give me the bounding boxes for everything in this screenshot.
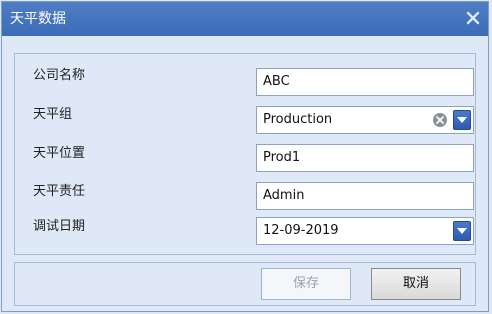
company-value: ABC bbox=[263, 74, 290, 89]
form-panel: 公司名称 ABC 天平组 Production 天平位置 Prod1 天平责任 bbox=[14, 53, 476, 255]
group-label: 天平组 bbox=[33, 107, 73, 122]
save-button[interactable]: 保存 bbox=[261, 268, 351, 300]
company-field[interactable]: ABC bbox=[256, 68, 474, 96]
title-bar: 天平数据 bbox=[2, 2, 488, 36]
date-picker[interactable]: 12-09-2019 bbox=[256, 217, 474, 245]
chevron-down-icon[interactable] bbox=[453, 221, 471, 241]
window-title: 天平数据 bbox=[10, 11, 66, 27]
date-value: 12-09-2019 bbox=[263, 223, 339, 238]
responsible-field[interactable]: Admin bbox=[256, 182, 474, 210]
location-label: 天平位置 bbox=[33, 146, 86, 161]
clear-icon[interactable] bbox=[433, 113, 447, 127]
cancel-button[interactable]: 取消 bbox=[371, 268, 461, 300]
company-label: 公司名称 bbox=[33, 68, 86, 83]
location-field[interactable]: Prod1 bbox=[256, 144, 474, 172]
location-value: Prod1 bbox=[263, 150, 301, 165]
group-value: Production bbox=[263, 112, 333, 127]
close-icon[interactable] bbox=[464, 9, 482, 27]
button-panel: 保存 取消 bbox=[14, 262, 476, 306]
responsible-value: Admin bbox=[263, 188, 305, 203]
chevron-down-icon[interactable] bbox=[453, 110, 471, 130]
group-dropdown[interactable]: Production bbox=[256, 106, 474, 134]
debug-date-label: 调试日期 bbox=[33, 219, 86, 234]
responsible-label: 天平责任 bbox=[33, 184, 86, 199]
dialog-window: 天平数据 公司名称 ABC 天平组 Production 天平位置 Prod1 … bbox=[1, 1, 489, 312]
